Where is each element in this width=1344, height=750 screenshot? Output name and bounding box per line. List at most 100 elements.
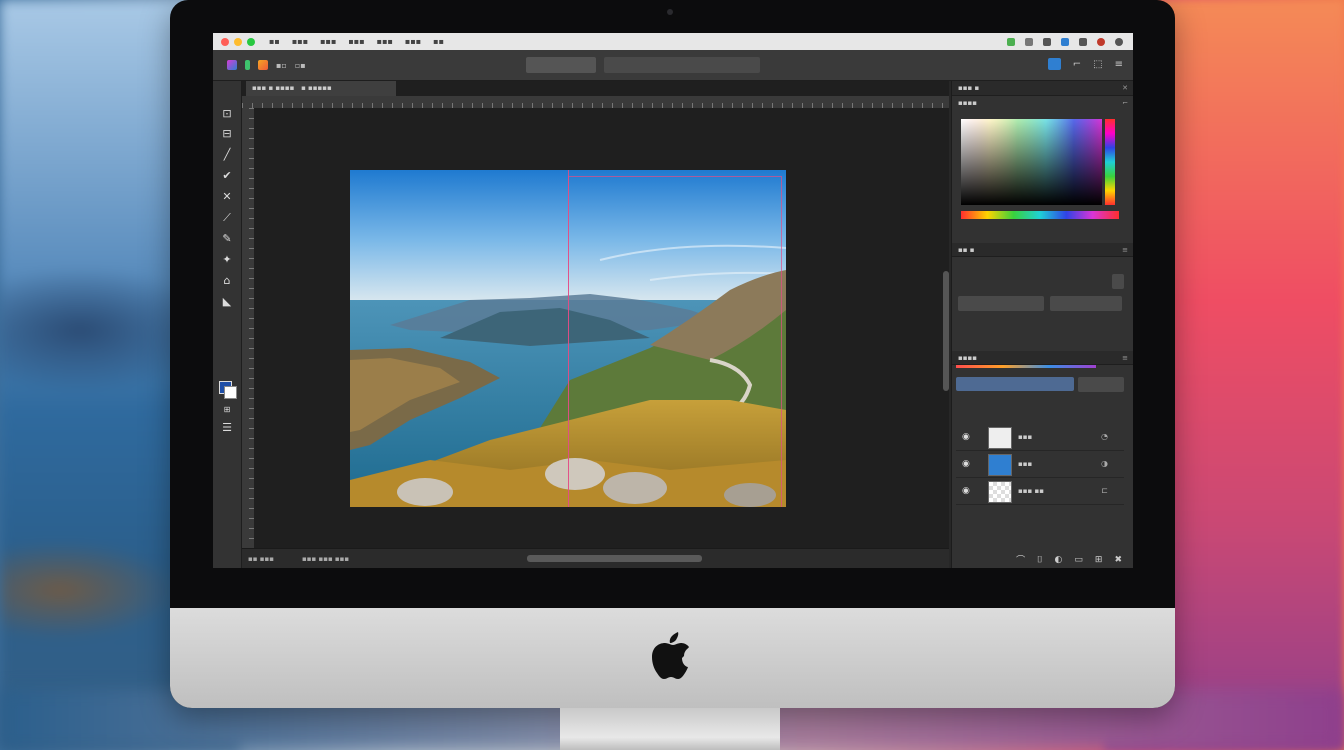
blend-mode-dropdown[interactable] (956, 377, 1074, 391)
eyedropper-icon[interactable]: ⟋ (220, 211, 234, 225)
menu-item[interactable]: ▪▪▪ (292, 37, 308, 46)
zoom-readout: ▪▪ ▪▪▪ (248, 555, 274, 563)
screen: ▪▪ ▪▪▪ ▪▪▪ ▪▪▪ ▪▪▪ ▪▪▪ ▪▪ ▪▫ ▫▪ ⌐ ⬚ ≡ ⊡ … (213, 33, 1133, 568)
color-spectrum-bar[interactable] (961, 211, 1119, 219)
eye-icon[interactable]: ◉ (962, 432, 970, 442)
lock-icon[interactable]: ⊏ (1101, 486, 1108, 495)
vertical-scrollbar[interactable] (943, 271, 949, 391)
menu-item[interactable]: ▪▪▪ (377, 37, 393, 46)
opacity-field[interactable] (1078, 377, 1124, 392)
layer-thumbnail (988, 481, 1012, 503)
adjustment-icon[interactable]: ◐ (1055, 555, 1063, 565)
layer-row[interactable]: ◉ ▪▪▪ ◑ (956, 452, 1124, 478)
menu-item[interactable]: ▪▪▪ (348, 37, 364, 46)
folder-icon[interactable]: ▭ (1074, 555, 1083, 565)
status-icon[interactable] (1115, 37, 1123, 46)
pen-icon[interactable]: ✔ (220, 169, 234, 183)
title-bar: ▪▪ ▪▪▪ ▪▪▪ ▪▪▪ ▪▪▪ ▪▪▪ ▪▪ (213, 33, 1133, 50)
new-layer-icon[interactable]: ⊞ (1095, 555, 1103, 565)
menu-icon[interactable]: ☰ (220, 421, 234, 435)
apple-logo-icon (652, 632, 689, 679)
color-panel-header: ▪▪▪▪ ⌐ (952, 96, 1133, 110)
crop-icon[interactable]: ✕ (220, 190, 234, 204)
layer-lock-controls[interactable] (956, 395, 1124, 410)
menu-item[interactable]: ▪▪▪ (320, 37, 336, 46)
layer-name: ▪▪▪ (1018, 433, 1033, 441)
trash-icon[interactable]: ✖ (1114, 555, 1122, 565)
menu-item[interactable]: ▪▪▪ (405, 37, 421, 46)
brush-preset-icon[interactable] (258, 60, 268, 70)
color-panel-tab[interactable]: ▪▪▪ ▪ ✕ (952, 81, 1133, 96)
options-icons: ▪▫ ▫▪ (227, 60, 306, 70)
arrange-icon[interactable]: ⌐ (1073, 59, 1081, 70)
horizontal-scrollbar[interactable] (527, 555, 702, 562)
selection-guide-box[interactable] (568, 176, 782, 507)
workspace-icon[interactable] (1047, 58, 1061, 70)
move-icon[interactable]: ⊡ (220, 107, 234, 121)
options-right: ⌐ ⬚ ≡ (1047, 58, 1123, 70)
layer-name: ▪▪▪ (1018, 460, 1033, 468)
mode-field[interactable] (526, 57, 596, 73)
eye-icon[interactable]: ◉ (962, 486, 970, 496)
property-toggle[interactable] (1112, 274, 1124, 289)
option-control[interactable]: ▫▪ (295, 61, 306, 70)
tools-panel: ⊡ ⊟ ╱ ✔ ✕ ⟋ ✎ ✦ ⌂ ◣ ⊞ ☰ (213, 81, 242, 568)
image-canvas[interactable] (350, 170, 786, 507)
layer-row[interactable]: ◉ ▪▪▪ ◔ (956, 425, 1124, 451)
layer-row[interactable]: ◉ ▪▪▪ ▪▪ ⊏ (956, 479, 1124, 505)
layer-filter-bar (956, 365, 1096, 368)
document-info: ▪▪▪ ▪▪▪ ▪▪▪ (302, 555, 350, 563)
quick-mask-icon[interactable]: ⊞ (220, 403, 234, 417)
imac-monitor: ▪▪ ▪▪▪ ▪▪▪ ▪▪▪ ▪▪▪ ▪▪▪ ▪▪ ▪▫ ▫▪ ⌐ ⬚ ≡ ⊡ … (170, 0, 1175, 708)
link-icon[interactable]: ⌒ (1016, 553, 1025, 566)
layer-name: ▪▪▪ ▪▪ (1018, 487, 1044, 495)
horizontal-ruler (242, 96, 949, 108)
status-icon[interactable] (1007, 37, 1015, 46)
monitor-chin (170, 608, 1175, 708)
tool-preset-icon[interactable] (227, 60, 237, 70)
mask-icon[interactable]: ◑ (1101, 459, 1108, 468)
camera-dot (667, 9, 673, 15)
hue-slider[interactable] (1105, 119, 1115, 205)
zoom-button[interactable] (247, 37, 255, 46)
document-tab[interactable]: ▪▪▪ ▪ ▪▪▪▪ ▪ ▪▪▪▪▪ (246, 81, 396, 96)
document-area: ▪▪▪ ▪ ▪▪▪▪ ▪ ▪▪▪▪▪ ▪▪ ▪▪▪ ▪▪▪ ▪▪▪ ▪▪▪ (242, 81, 949, 568)
layer-thumbnail (988, 454, 1012, 476)
expand-icon[interactable]: ⬚ (1093, 59, 1102, 70)
menu-item[interactable]: ▪▪ (433, 37, 444, 46)
options-bar: ▪▫ ▫▪ ⌐ ⬚ ≡ (213, 50, 1133, 81)
menu-bar: ▪▪ ▪▪▪ ▪▪▪ ▪▪▪ ▪▪▪ ▪▪▪ ▪▪ (269, 37, 444, 46)
stamp-icon[interactable]: ⌂ (220, 274, 234, 288)
panels-menu-icon[interactable]: ≡ (1115, 59, 1123, 70)
right-panels: ▪▪▪ ▪ ✕ ▪▪▪▪ ⌐ ▪▪ ▪ ≡ ▪▪▪▪ ≡ ◉ ▪▪▪ ◔ ◉ ▪… (951, 81, 1133, 568)
eye-icon[interactable]: ◉ (962, 459, 970, 469)
options-field[interactable] (604, 57, 760, 73)
eraser-icon[interactable]: ◣ (220, 295, 234, 309)
layers-panel-footer: ⌒ ⌷ ◐ ▭ ⊞ ✖ (952, 551, 1133, 568)
property-actions[interactable] (990, 319, 1052, 334)
vertical-ruler (242, 108, 254, 548)
option-control[interactable]: ▪▫ (276, 61, 287, 70)
brush-icon[interactable]: ╱ (220, 148, 234, 162)
property-dropdown[interactable] (958, 296, 1044, 311)
status-icon[interactable] (1043, 37, 1051, 46)
close-button[interactable] (221, 37, 229, 46)
layers-panel-tab[interactable]: ▪▪▪▪ ≡ (952, 351, 1133, 365)
property-value-field[interactable] (1050, 296, 1122, 311)
marquee-icon[interactable]: ⊟ (220, 127, 234, 141)
status-bar: ▪▪ ▪▪▪ ▪▪▪ ▪▪▪ ▪▪▪ (242, 548, 949, 568)
background-color-swatch[interactable] (224, 386, 237, 399)
status-icon[interactable] (1061, 37, 1069, 46)
fx-icon[interactable]: ⌷ (1037, 555, 1042, 565)
menu-item[interactable]: ▪▪ (269, 37, 280, 46)
properties-panel-tab[interactable]: ▪▪ ▪ ≡ (952, 243, 1133, 257)
status-icon[interactable] (1025, 37, 1033, 46)
status-icon[interactable] (1079, 37, 1087, 46)
clone-icon[interactable]: ✦ (220, 253, 234, 267)
lock-icon[interactable]: ◔ (1101, 432, 1108, 441)
color-picker-field[interactable] (961, 119, 1102, 205)
minimize-button[interactable] (234, 37, 242, 46)
healing-icon[interactable]: ✎ (220, 232, 234, 246)
layer-thumbnail (988, 427, 1012, 449)
status-icon[interactable] (1097, 37, 1105, 46)
